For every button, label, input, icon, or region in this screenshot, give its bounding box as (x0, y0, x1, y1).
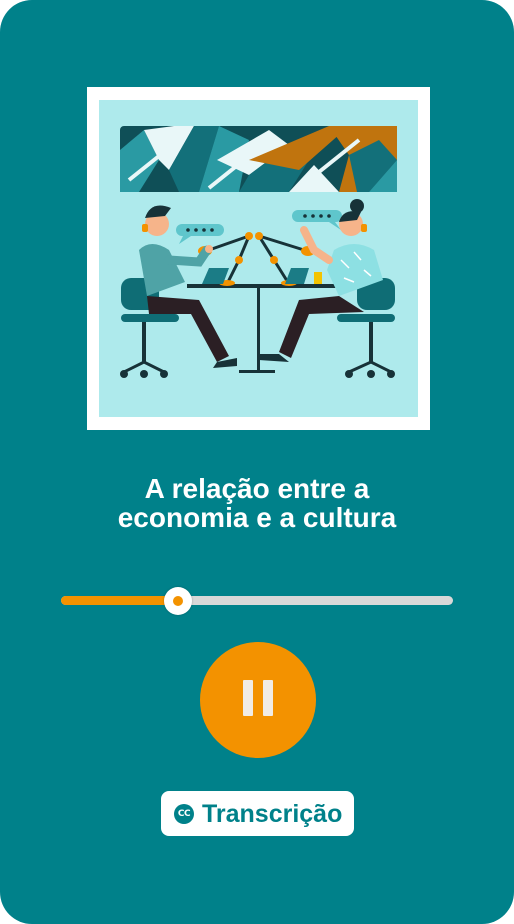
transcript-label: Transcrição (202, 800, 343, 828)
episode-title-line-1: A relação entre a (144, 473, 370, 504)
wall-banner-art (120, 126, 397, 192)
podcast-illustration (99, 100, 418, 417)
transcript-button[interactable]: CC Transcrição (161, 791, 354, 836)
closed-captions-icon: CC (174, 804, 194, 824)
podcast-player-card: A relação entre a economia e a cultura C… (0, 0, 514, 924)
progress-thumb[interactable] (164, 587, 193, 615)
episode-cover-art (87, 87, 430, 430)
progress-fill (61, 596, 179, 605)
episode-title-line-2: economia e a cultura (117, 502, 397, 533)
episode-title: A relação entre a economia e a cultura (40, 474, 474, 532)
progress-slider[interactable] (61, 587, 453, 615)
pause-button[interactable] (200, 642, 316, 758)
